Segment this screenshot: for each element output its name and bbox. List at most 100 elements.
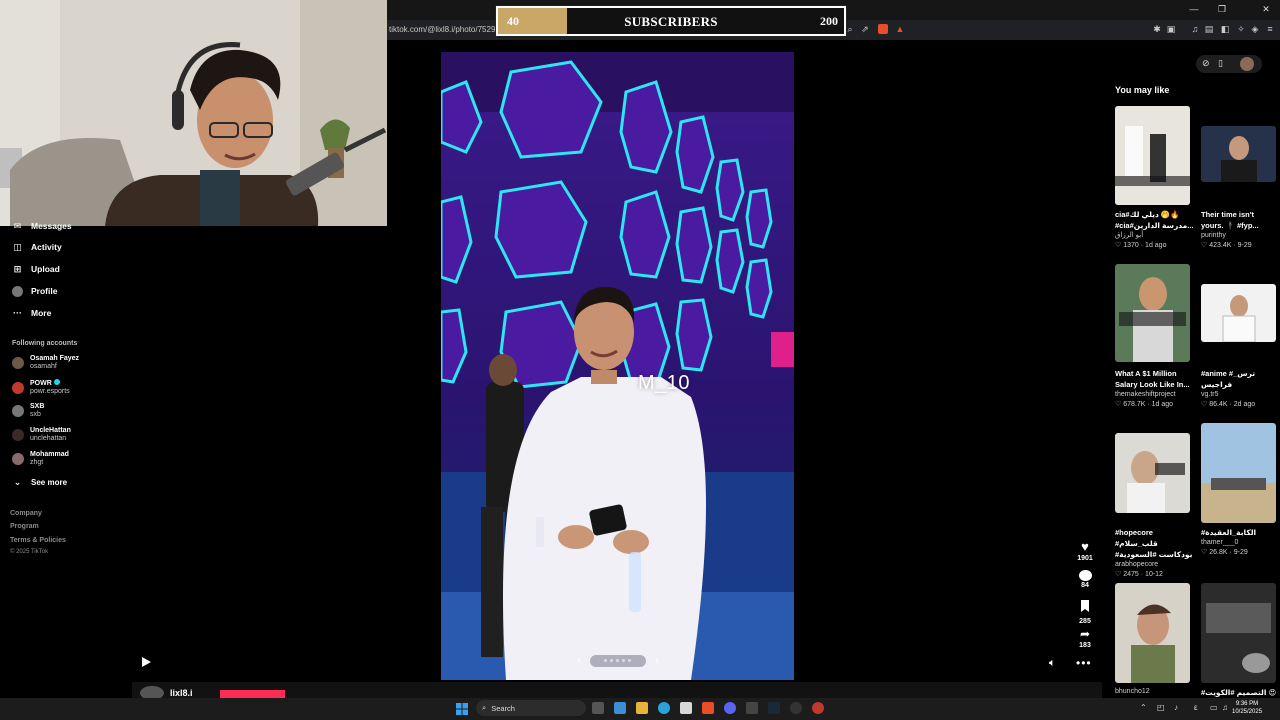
recommendation-thumbnail[interactable] [1115, 264, 1190, 362]
carousel-next-button[interactable]: › [648, 652, 666, 670]
heart-small-icon: ♡ [1115, 242, 1122, 249]
footer-company-link[interactable]: Company [10, 510, 42, 517]
carousel-dot[interactable] [628, 659, 631, 662]
close-window-button[interactable]: ✕ [1256, 4, 1276, 15]
carousel-dot[interactable] [604, 659, 607, 662]
more-options-icon[interactable]: ••• [1076, 656, 1092, 670]
carousel-dot[interactable] [616, 659, 619, 662]
share-button[interactable]: ➦ 183 [1077, 628, 1093, 650]
like-button[interactable]: ♥ 1901 [1077, 540, 1093, 563]
recommendation-card[interactable]: cia#ديلي لك 🤭🔥 #cia#مدرسة الدارين... أبو… [1115, 209, 1195, 251]
recommendation-card[interactable]: Their time isn't yours. 🕴 #fyp... purint… [1201, 209, 1280, 251]
recommendation-card[interactable]: What A $1 Million Salary Look Like In...… [1115, 368, 1195, 410]
screenshot-icon[interactable]: ▣ [1166, 24, 1176, 34]
play-icon[interactable] [140, 656, 152, 668]
following-account[interactable]: SXB sxb [12, 403, 44, 419]
following-account[interactable]: POWR powr.esports [12, 379, 70, 396]
steam-icon[interactable] [768, 702, 780, 714]
maximize-button[interactable]: ❐ [1212, 4, 1232, 15]
browser-menu-icon[interactable]: ≡ [1265, 24, 1275, 34]
compass-icon[interactable]: ⊘ [1202, 58, 1210, 69]
task-view-icon[interactable] [592, 702, 604, 714]
extensions-icon[interactable]: ✱ [1152, 24, 1162, 34]
chevron-down-icon: ⌄ [13, 476, 22, 487]
tray-mic-icon[interactable]: ♪ [1174, 703, 1178, 712]
obs-icon[interactable] [790, 702, 802, 714]
account-handle: unclehattan [30, 435, 67, 442]
volume-icon[interactable]: 🔈︎ [1049, 657, 1056, 670]
following-account[interactable]: Osamah Fayez osamahf [12, 355, 79, 371]
card-likes: 678.7K [1123, 401, 1146, 408]
activity-icon: ◫ [13, 241, 22, 252]
windows-start-icon[interactable] [456, 702, 468, 715]
recommendation-card[interactable]: #الكابة_العقيدة thamer___0 ♡ 26.8K · 9-2… [1201, 527, 1280, 558]
store-icon[interactable] [680, 702, 692, 714]
discord-icon[interactable] [724, 702, 736, 714]
post-photo[interactable] [441, 52, 794, 680]
recommendation-card[interactable]: #التصميم #الكويت 😍 [1201, 687, 1280, 698]
verified-badge-icon [53, 379, 60, 385]
card-user: thamer___0 [1201, 539, 1239, 546]
avatar [12, 381, 24, 394]
recommendation-thumbnail[interactable] [1201, 423, 1276, 523]
recommendation-thumbnail[interactable] [1201, 126, 1276, 182]
leo-ai-icon[interactable]: ✧ [1236, 24, 1246, 34]
following-account[interactable]: Mohammad zhgt [12, 451, 69, 467]
recommendation-thumbnail[interactable] [1201, 284, 1276, 342]
recommendation-thumbnail[interactable] [1115, 106, 1190, 205]
wallet-icon[interactable]: ◧ [1220, 24, 1230, 34]
taskbar-clock[interactable]: 9:36 PM 10/25/2025 [1232, 700, 1262, 716]
taskbar-search[interactable]: ⌕ Search [476, 700, 586, 716]
card-date: 2d ago [1233, 401, 1256, 408]
nav-activity[interactable]: ◫ Activity [12, 239, 61, 255]
recommendation-thumbnail[interactable] [1201, 583, 1276, 683]
media-icon[interactable]: ♫ [1190, 24, 1200, 34]
recommendation-thumbnail[interactable] [1115, 433, 1190, 513]
terminal-icon[interactable] [746, 702, 758, 714]
brave-rewards-icon[interactable]: ▲ [895, 24, 905, 34]
nav-upload[interactable]: ⊞ Upload [12, 261, 60, 277]
tray-display-icon[interactable]: ▭ [1210, 703, 1218, 712]
address-bar[interactable]: tiktok.com/@lixl8.i/photo/752922 [389, 25, 504, 34]
tray-chevron-icon[interactable]: ⌃ [1140, 703, 1147, 712]
comment-button[interactable]: 84 [1077, 570, 1093, 589]
sidebar-toggle-icon[interactable]: ▤ [1204, 24, 1214, 34]
card-likes: 2475 [1123, 571, 1139, 578]
recommendation-thumbnail[interactable] [1115, 583, 1190, 683]
brave-shield-icon[interactable] [878, 24, 888, 34]
share-page-icon[interactable]: ⇗ [860, 24, 870, 34]
card-likes: 1370 [1123, 242, 1139, 249]
nav-more[interactable]: ··· More [12, 305, 51, 321]
device-icon[interactable]: ▯ [1218, 58, 1223, 69]
carousel-dot[interactable] [610, 659, 613, 662]
copilot-icon[interactable] [614, 702, 626, 714]
bookmark-button[interactable]: 285 [1077, 599, 1093, 625]
recommendation-card[interactable]: #hopecore #قلب_سلام #بودكاست #السعودية a… [1115, 527, 1195, 580]
recommendation-card[interactable]: #anime #ترس_ فراجيس vg.tr5 ♡ 86.4K · 2d … [1201, 368, 1280, 410]
tray-language-icon[interactable]: ε [1194, 703, 1198, 712]
footer-program-link[interactable]: Program [10, 523, 39, 530]
minimize-button[interactable]: — [1184, 4, 1204, 14]
nav-profile[interactable]: Profile [12, 283, 57, 299]
edge-icon[interactable] [658, 702, 670, 714]
recommendation-card[interactable]: bhuncho12 [1115, 687, 1195, 697]
account-handle: osamahf [30, 363, 57, 370]
brave-icon[interactable] [702, 702, 714, 714]
footer-terms-link[interactable]: Terms & Policies [10, 537, 66, 544]
tray-network-icon[interactable]: ◰ [1157, 703, 1165, 712]
carousel-prev-button[interactable]: ‹ [570, 652, 588, 670]
user-avatar[interactable] [1240, 57, 1254, 71]
account-name: Mohammad [30, 451, 69, 458]
tray-volume-icon[interactable]: ♫ [1222, 703, 1228, 712]
author-username[interactable]: lixl8.i [170, 688, 193, 698]
vpn-icon[interactable]: ◈ [1250, 24, 1260, 34]
file-explorer-icon[interactable] [636, 702, 648, 714]
webcam-overlay [0, 0, 387, 226]
see-more-button[interactable]: ⌄ See more [12, 474, 67, 490]
carousel-dot[interactable] [622, 659, 625, 662]
heart-small-icon: ♡ [1201, 549, 1208, 556]
following-account[interactable]: UncleHattan unclehattan [12, 427, 71, 443]
nav-messages[interactable]: ✉ Messages [12, 218, 72, 234]
app-icon[interactable] [812, 702, 824, 714]
card-likes: 86.4K [1209, 401, 1228, 408]
